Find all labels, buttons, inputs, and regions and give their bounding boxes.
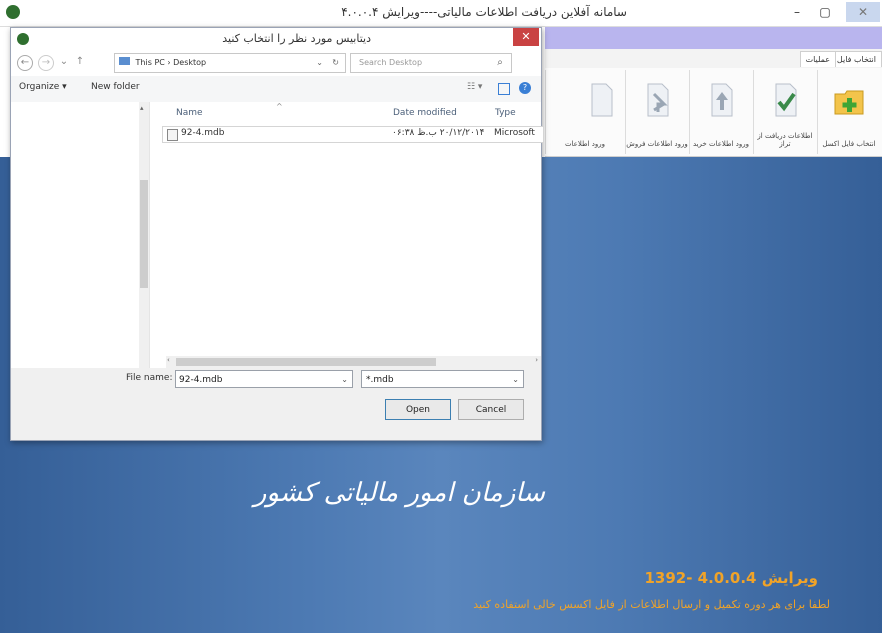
navigation-pane[interactable] (11, 102, 150, 368)
back-arrow-icon[interactable]: ← (17, 55, 33, 71)
instructions-text: لطفا برای هر دوره تکمیل و ارسال اطلاعات … (473, 598, 830, 611)
dialog-footer: File name: 92-4.mdb ⌄ *.mdb ⌄ Open Cance… (11, 369, 541, 440)
breadcrumb-path: This PC › Desktop (135, 58, 207, 67)
enter-info-button[interactable]: ورود اطلاعات (545, 70, 624, 154)
select-excel-file-button[interactable]: انتخاب فایل اکسل (817, 70, 880, 154)
tab-select-file[interactable]: انتخاب فایل (830, 51, 882, 67)
file-date: ۲۰/۱۲/۲۰۱۴ ب.ظ ۰۶:۳۸ (392, 128, 485, 138)
horizontal-scroll-thumb[interactable] (176, 358, 436, 366)
navigation-scrollbar[interactable]: ▴ (139, 102, 149, 368)
file-name-label: File name: (126, 373, 173, 383)
column-name[interactable]: Name (176, 108, 203, 118)
new-folder-button[interactable]: New folder (91, 82, 140, 92)
dialog-navbar: ← → ⌄ ↑ This PC › Desktop ⌄ ↻ Search Des… (11, 50, 541, 76)
organization-calligraphy: سازمان امور مالیاتی کشور (253, 478, 545, 508)
ribbon-tabs: انتخاب فایل عملیات (545, 49, 882, 69)
file-type-filter[interactable]: *.mdb ⌄ (361, 370, 524, 388)
search-input[interactable]: Search Desktop ⌕ (350, 53, 512, 73)
upload-arrow-icon (711, 83, 733, 117)
scroll-left-icon[interactable]: ‹ (167, 356, 170, 364)
column-type[interactable]: Type (495, 108, 516, 118)
search-placeholder: Search Desktop (359, 58, 423, 67)
scroll-up-icon[interactable]: ▴ (140, 104, 144, 112)
preview-pane-icon[interactable] (498, 83, 510, 95)
ribbon-toolbar: انتخاب فایل اکسل اطلاعات دریافت از تراز … (545, 68, 882, 157)
address-dropdown-icon[interactable]: ⌄ (316, 54, 323, 72)
filter-dropdown-icon: ⌄ (512, 375, 519, 384)
version-label: ویرایش 4.0.0.4 -1392 (644, 569, 818, 587)
search-icon: ⌕ (497, 57, 503, 68)
organize-menu[interactable]: Organize ▾ (19, 82, 67, 92)
forward-arrow-icon[interactable]: → (38, 55, 54, 71)
file-type-filter-value: *.mdb (366, 375, 394, 385)
folder-add-icon (834, 90, 864, 115)
app-titlebar: سامانه آفلاین دریافت اطلاعات مالیاتی----… (0, 0, 882, 27)
open-file-dialog: دیتابیس مورد نظر را انتخاب کنید ✕ ← → ⌄ … (10, 27, 544, 441)
dialog-title: دیتابیس مورد نظر را انتخاب کنید (222, 32, 371, 45)
enter-sales-info-button[interactable]: ورود اطلاعات فروش (625, 70, 688, 154)
scroll-right-icon[interactable]: › (535, 356, 538, 364)
file-name-input[interactable]: 92-4.mdb ⌄ (175, 370, 353, 388)
app-title: سامانه آفلاین دریافت اطلاعات مالیاتی----… (341, 5, 627, 19)
history-dropdown-icon[interactable]: ⌄ (57, 55, 71, 69)
horizontal-scrollbar[interactable]: ‹ › (166, 356, 541, 368)
file-list: Name ^ Date modified Type 92-4.mdb ۲۰/۱۲… (150, 102, 544, 368)
file-name: 92-4.mdb (181, 128, 225, 138)
this-pc-icon (119, 57, 130, 65)
document-icon (591, 83, 613, 117)
file-row[interactable]: 92-4.mdb ۲۰/۱۲/۲۰۱۴ ب.ظ ۰۶:۳۸ Microsoft (162, 126, 544, 143)
file-name-dropdown-icon[interactable]: ⌄ (341, 371, 348, 389)
dialog-toolbar: Organize ▾ New folder ☷ ▾ ? (11, 76, 541, 103)
cancel-button[interactable]: Cancel (458, 399, 524, 420)
dialog-close-button[interactable]: ✕ (513, 28, 539, 46)
app-logo-icon (6, 5, 20, 19)
tax-info-from-ledger-button[interactable]: اطلاعات دریافت از تراز (753, 70, 816, 154)
address-bar[interactable]: This PC › Desktop ⌄ ↻ (114, 53, 346, 73)
refresh-icon[interactable]: ↻ (332, 54, 339, 72)
column-date-modified[interactable]: Date modified (393, 108, 457, 118)
up-arrow-icon[interactable]: ↑ (73, 55, 87, 69)
maximize-button[interactable]: ▢ (812, 2, 838, 22)
navigation-scroll-thumb[interactable] (140, 180, 148, 288)
close-button[interactable]: ✕ (846, 2, 880, 22)
sort-arrow-icon: ^ (276, 102, 283, 111)
dialog-logo-icon (17, 33, 29, 45)
help-icon[interactable]: ? (519, 82, 531, 94)
tab-operations[interactable]: عملیات (799, 51, 836, 67)
minimize-button[interactable]: – (784, 2, 810, 22)
file-type: Microsoft (494, 128, 535, 138)
file-name-value: 92-4.mdb (179, 375, 223, 385)
file-icon (167, 129, 178, 141)
view-options-icon[interactable]: ☷ ▾ (467, 82, 482, 92)
open-button[interactable]: Open (385, 399, 451, 420)
download-arrow-icon (647, 83, 669, 117)
checkmark-document-icon (775, 83, 797, 117)
ribbon-header-strip (545, 27, 882, 49)
enter-purchase-info-button[interactable]: ورود اطلاعات خرید (689, 70, 752, 154)
dialog-titlebar: دیتابیس مورد نظر را انتخاب کنید ✕ (11, 28, 541, 50)
